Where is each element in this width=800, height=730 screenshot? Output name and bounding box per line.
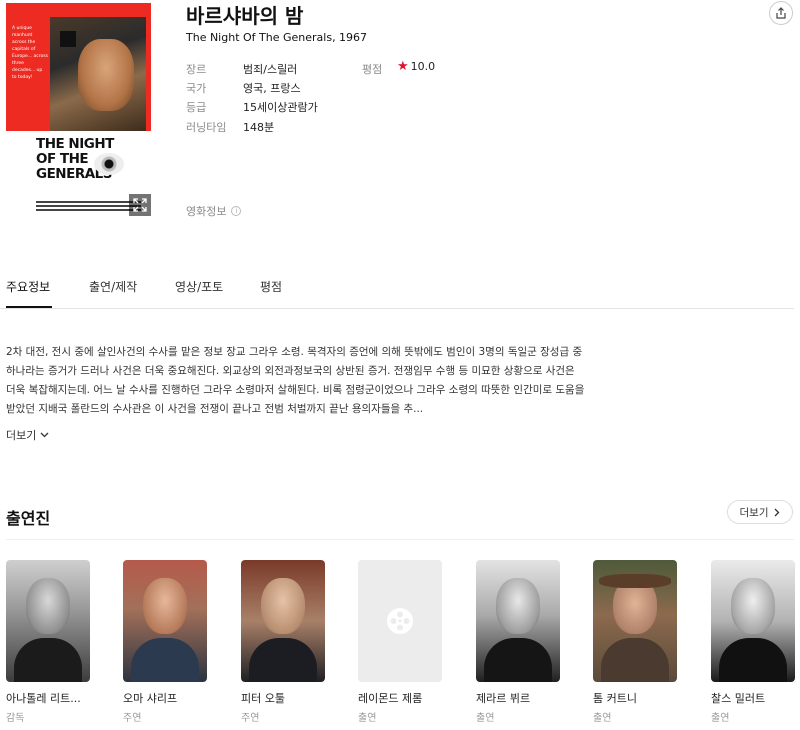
tab-main-info[interactable]: 주요정보 bbox=[6, 278, 50, 295]
tab-cast-crew[interactable]: 출연/제작 bbox=[89, 278, 137, 295]
chevron-down-icon bbox=[40, 432, 49, 438]
cast-photo bbox=[593, 560, 677, 682]
synopsis-text: 2차 대전, 전시 중에 살인사건의 수사를 맡은 정보 장교 그라우 소령. … bbox=[6, 346, 585, 415]
cast-card[interactable]: 아나톨레 리트... 감독 bbox=[6, 560, 90, 724]
genre-value: 범죄/스릴러 bbox=[243, 63, 298, 76]
country-value: 영국, 프랑스 bbox=[243, 82, 301, 95]
synopsis-more-button[interactable]: 더보기 bbox=[6, 427, 49, 443]
expand-icon bbox=[133, 198, 147, 212]
cast-card[interactable]: 제라르 뷔르 출연 bbox=[476, 560, 560, 724]
poster-figure bbox=[60, 31, 76, 47]
cast-photo-placeholder bbox=[358, 560, 442, 682]
runtime-label: 러닝타임 bbox=[186, 121, 227, 134]
cast-photo bbox=[476, 560, 560, 682]
cast-more-label: 더보기 bbox=[739, 506, 769, 519]
movie-poster[interactable]: A unique manhunt across the capitals of … bbox=[6, 3, 151, 220]
cast-name: 제라르 뷔르 bbox=[476, 692, 531, 705]
movie-subtitle: The Night Of The Generals, 1967 bbox=[186, 31, 368, 44]
cast-name: 톰 커트니 bbox=[593, 692, 637, 705]
cast-name: 찰스 밀러트 bbox=[711, 692, 766, 705]
grade-label: 등급 bbox=[186, 101, 207, 114]
cast-photo bbox=[241, 560, 325, 682]
chevron-right-icon bbox=[775, 508, 780, 516]
cast-heading: 출연진 bbox=[6, 509, 51, 528]
cast-more-button[interactable]: 더보기 bbox=[727, 500, 793, 524]
cast-photo bbox=[6, 560, 90, 682]
film-reel-icon bbox=[387, 608, 413, 634]
country-label: 국가 bbox=[186, 82, 207, 95]
tab-video-photo[interactable]: 영상/포토 bbox=[175, 278, 223, 295]
cast-card[interactable]: 피터 오툴 주연 bbox=[241, 560, 325, 724]
cast-photo bbox=[711, 560, 795, 682]
tab-rating[interactable]: 평점 bbox=[260, 278, 282, 295]
cast-card[interactable]: 톰 커트니 출연 bbox=[593, 560, 677, 724]
cast-name: 피터 오툴 bbox=[241, 692, 285, 705]
share-button[interactable] bbox=[769, 1, 793, 25]
cast-name: 레이몬드 제롬 bbox=[358, 692, 423, 705]
cast-card[interactable]: 찰스 밀러트 출연 bbox=[711, 560, 795, 724]
tab-bar: 주요정보 출연/제작 영상/포토 평점 bbox=[0, 270, 794, 309]
cast-card[interactable]: 오마 샤리프 주연 bbox=[123, 560, 207, 724]
synopsis-more-label: 더보기 bbox=[6, 429, 37, 442]
cast-role: 주연 bbox=[123, 713, 142, 724]
cast-photo bbox=[123, 560, 207, 682]
cast-role: 감독 bbox=[6, 713, 25, 724]
poster-eye bbox=[94, 153, 124, 175]
genre-label: 장르 bbox=[186, 63, 207, 76]
cast-role: 출연 bbox=[358, 713, 377, 724]
movie-info-link[interactable]: 영화정보 i bbox=[186, 203, 242, 219]
grade-value: 15세이상관람가 bbox=[243, 101, 318, 114]
rating-value-group: ★ 10.0 bbox=[397, 59, 435, 74]
cast-role: 출연 bbox=[711, 713, 730, 724]
cast-role: 출연 bbox=[593, 713, 612, 724]
movie-title: 바르샤바의 밤 bbox=[186, 4, 304, 28]
cast-card[interactable]: 레이몬드 제롬 출연 bbox=[358, 560, 442, 724]
cast-role: 출연 bbox=[476, 713, 495, 724]
poster-face bbox=[78, 39, 134, 111]
poster-blurb: A unique manhunt across the capitals of … bbox=[12, 26, 48, 80]
cast-name: 아나톨레 리트... bbox=[6, 692, 81, 705]
active-tab-indicator bbox=[6, 306, 52, 308]
cast-name: 오마 샤리프 bbox=[123, 692, 178, 705]
cast-divider bbox=[6, 539, 794, 540]
rating-value: 10.0 bbox=[410, 60, 436, 73]
cast-role: 주연 bbox=[241, 713, 260, 724]
share-icon bbox=[776, 7, 786, 19]
rating-label: 평점 bbox=[362, 63, 383, 76]
poster-credits bbox=[36, 201, 141, 203]
runtime-value: 148분 bbox=[243, 121, 275, 134]
star-icon: ★ bbox=[397, 59, 409, 74]
info-icon: i bbox=[231, 206, 242, 216]
expand-poster-button[interactable] bbox=[129, 194, 151, 216]
movie-info-label: 영화정보 bbox=[186, 205, 227, 218]
